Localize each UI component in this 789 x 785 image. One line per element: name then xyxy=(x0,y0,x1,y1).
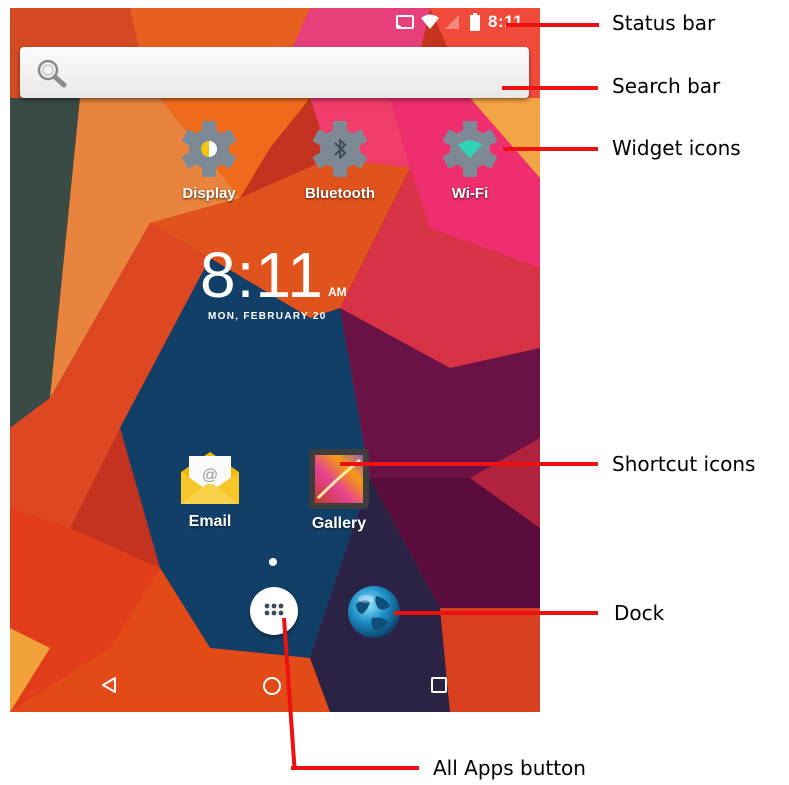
wifi-widget[interactable]: Wi-Fi xyxy=(415,120,525,220)
callout-line-status-bar xyxy=(506,23,599,27)
callout-line-shortcut-icons xyxy=(340,462,598,466)
bluetooth-widget[interactable]: Bluetooth xyxy=(285,120,395,220)
cast-icon xyxy=(396,12,414,32)
shortcut-label: Gallery xyxy=(311,515,367,532)
home-icon[interactable] xyxy=(262,676,282,696)
callout-line-search-bar xyxy=(502,86,598,90)
callout-all-apps: All Apps button xyxy=(433,756,586,780)
callout-line-widget-icons xyxy=(503,147,598,151)
callout-line-all-apps-horizontal xyxy=(291,766,419,770)
wifi-gear-icon xyxy=(442,121,498,177)
callout-dock: Dock xyxy=(614,601,665,625)
phone-screen: 8:11 Display Bluetooth Wi-Fi 8:11 AM MON… xyxy=(10,8,540,712)
callout-line-dock xyxy=(394,611,598,615)
recents-icon[interactable] xyxy=(430,676,448,694)
battery-icon xyxy=(470,12,480,32)
back-icon[interactable] xyxy=(100,676,118,694)
display-widget[interactable]: Display xyxy=(154,120,264,220)
callout-widget-icons: Widget icons xyxy=(612,136,741,160)
navigation-bar xyxy=(10,660,540,712)
shortcut-label: Email xyxy=(188,513,232,530)
clock-date: MON, FEBRUARY 20 xyxy=(208,311,327,322)
svg-text:@: @ xyxy=(202,467,218,484)
email-shortcut[interactable]: @ Email xyxy=(160,448,260,548)
gallery-icon xyxy=(309,449,369,509)
status-bar: 8:11 xyxy=(10,8,540,36)
callout-shortcut-icons: Shortcut icons xyxy=(612,452,756,476)
search-bar[interactable] xyxy=(20,47,529,98)
clock-widget[interactable]: 8:11 AM MON, FEBRUARY 20 xyxy=(180,243,380,333)
page-indicator-dot xyxy=(269,558,277,566)
widget-label: Wi-Fi xyxy=(451,185,489,202)
bluetooth-gear-icon xyxy=(312,121,368,177)
email-icon: @ xyxy=(181,452,239,504)
display-gear-icon xyxy=(181,121,237,177)
widget-label: Bluetooth xyxy=(305,185,375,202)
callout-search-bar: Search bar xyxy=(612,74,721,98)
all-apps-icon xyxy=(264,603,284,616)
all-apps-button[interactable] xyxy=(250,587,298,635)
wifi-icon xyxy=(421,12,439,32)
no-signal-icon xyxy=(444,12,460,32)
callout-status-bar: Status bar xyxy=(612,11,716,35)
clock-ampm: AM xyxy=(328,285,347,299)
search-icon xyxy=(37,59,67,88)
status-bar-time: 8:11 xyxy=(488,12,524,31)
widget-label: Display xyxy=(182,185,236,202)
clock-time: 8:11 xyxy=(200,239,324,311)
